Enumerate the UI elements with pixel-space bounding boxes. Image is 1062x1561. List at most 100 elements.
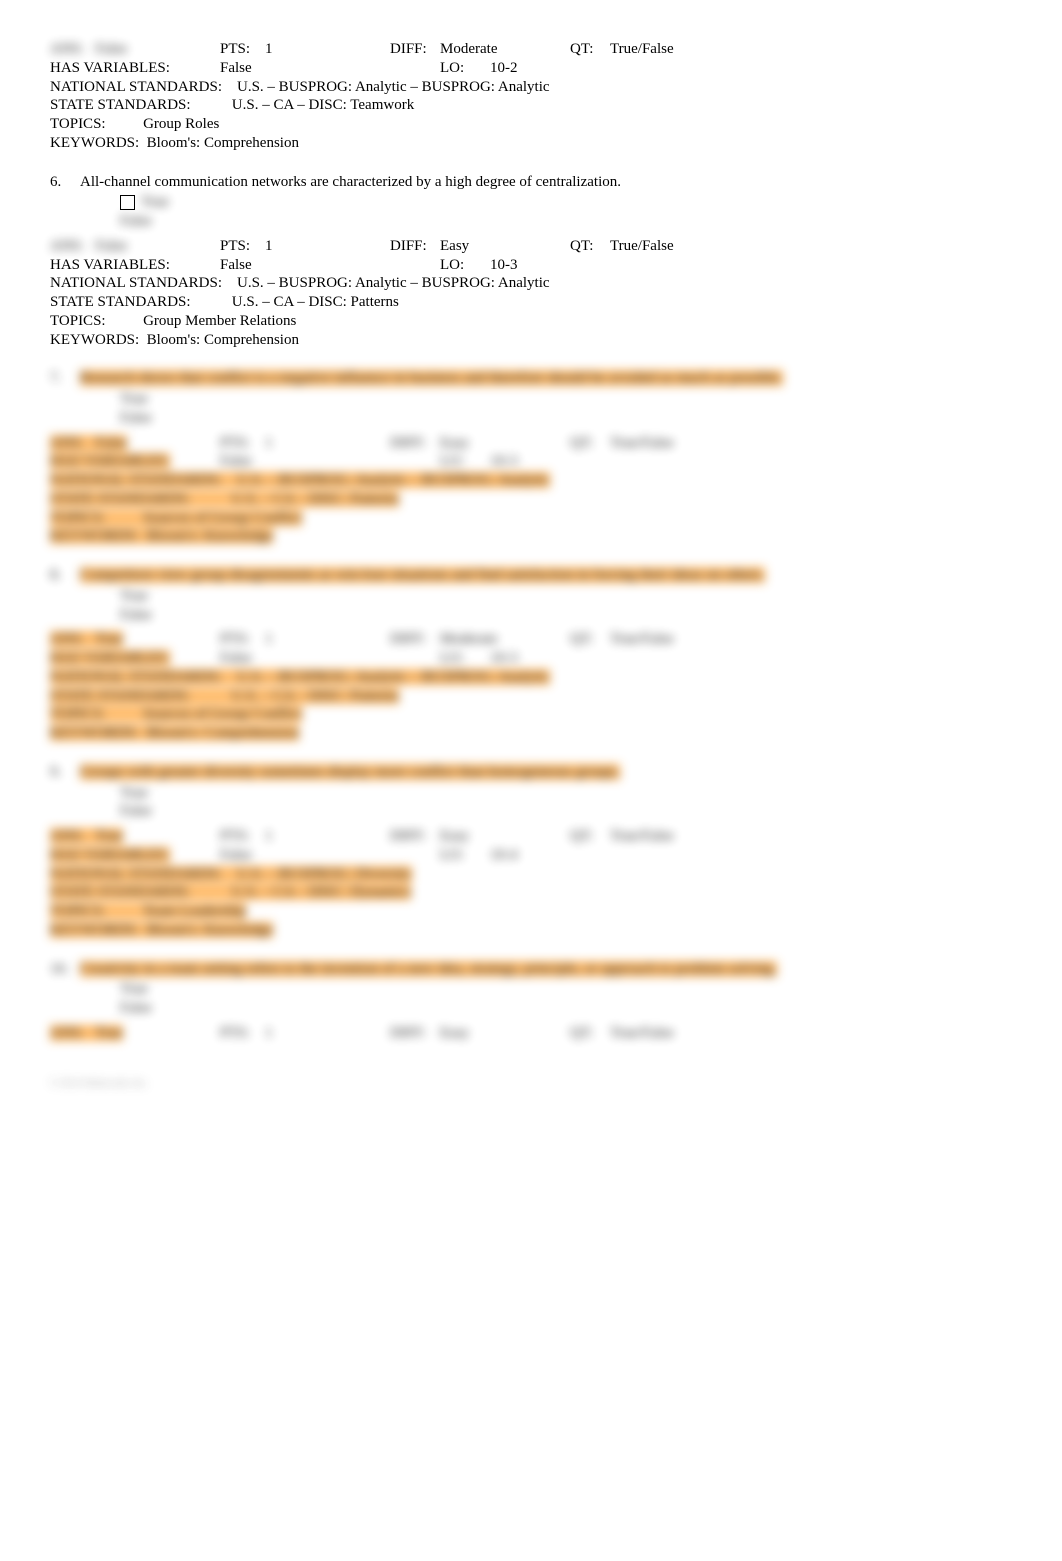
hv-value: False	[220, 846, 440, 865]
hv-label: HAS VARIABLES:	[50, 256, 220, 275]
qt-value: True/False	[610, 827, 730, 846]
pts-label: PTS:	[220, 827, 265, 846]
question-6-block: 6. All-channel communication networks ar…	[50, 173, 1012, 350]
pts-label: PTS:	[220, 1024, 265, 1043]
ans-label: ANS: False	[50, 237, 220, 256]
checkbox-icon[interactable]	[120, 195, 135, 210]
qt-value: True/False	[610, 630, 730, 649]
option-true-label: True	[141, 193, 169, 212]
option-true-label: True	[120, 784, 148, 803]
pts-value: 1	[265, 237, 390, 256]
keywords: KEYWORDS: Bloom's: Comprehension	[50, 331, 1012, 350]
option-false-label: False	[120, 999, 152, 1018]
lo-label: LO:	[440, 59, 490, 78]
question-10-block: 10. Creativity in a team setting refers …	[50, 960, 1012, 1043]
meta-row-2: HAS VARIABLES: False LO: 10-2	[50, 59, 1012, 78]
option-false-row: False	[120, 802, 1012, 821]
qt-label: QT:	[570, 434, 610, 453]
qt-value: True/False	[610, 434, 730, 453]
question-text: Creativity in a team setting refers to t…	[80, 960, 1012, 979]
option-false-row: False	[120, 409, 1012, 428]
hv-value: False	[220, 452, 440, 471]
pts-label: PTS:	[220, 237, 265, 256]
options: True False	[120, 390, 1012, 428]
options: True False	[120, 980, 1012, 1018]
national-standards: NATIONAL STANDARDS: U.S. – BUSPROG: Dive…	[50, 865, 1012, 884]
pts-value: 1	[265, 434, 390, 453]
qt-value: True/False	[610, 1024, 730, 1043]
pts-value: 1	[265, 827, 390, 846]
pts-label: PTS:	[220, 40, 265, 59]
ans-label: ANS: True	[50, 1024, 220, 1043]
qt-label: QT:	[570, 630, 610, 649]
pts-value: 1	[265, 40, 390, 59]
lo-value: 10-3	[490, 256, 610, 275]
national-standards: NATIONAL STANDARDS: U.S. – BUSPROG: Anal…	[50, 78, 1012, 97]
question-number: 8.	[50, 566, 80, 585]
topics: TOPICS: Group Roles	[50, 115, 1012, 134]
state-standards: STATE STANDARDS: U.S. – CA – DISC: Patte…	[50, 293, 1012, 312]
question-text: Competitors view group disagreements as …	[80, 566, 1012, 585]
option-false-row: False	[120, 606, 1012, 625]
diff-value: Easy	[440, 827, 570, 846]
question-number: 9.	[50, 763, 80, 782]
state-standards: STATE STANDARDS: U.S. – CA – DISC: Patte…	[50, 490, 1012, 509]
option-true-label: True	[120, 390, 148, 409]
page-footer: © 2014 Wadsworth, Inc.	[50, 1073, 1012, 1119]
option-true-row: True	[120, 390, 1012, 409]
keywords: KEYWORDS: Bloom's: Knowledge	[50, 921, 1012, 940]
ans-label: ANS: False	[50, 434, 220, 453]
ans-label: ANS: True	[50, 827, 220, 846]
copyright-text: © 2014 Wadsworth, Inc.	[50, 1078, 148, 1089]
state-standards: STATE STANDARDS: U.S. – CA – DISC: Patte…	[50, 687, 1012, 706]
question-6: 6. All-channel communication networks ar…	[50, 173, 1012, 192]
question-7: 7. Research shows that conflict is a neg…	[50, 369, 1012, 388]
lo-value: 10-2	[490, 59, 610, 78]
question-number: 10.	[50, 960, 80, 979]
question-number: 7.	[50, 369, 80, 388]
qt-label: QT:	[570, 827, 610, 846]
state-standards: STATE STANDARDS: U.S. – CA – DISC: Dynam…	[50, 883, 1012, 902]
diff-value: Easy	[440, 434, 570, 453]
lo-value: 10-4	[490, 846, 610, 865]
diff-label: DIFF:	[390, 434, 440, 453]
option-false-label: False	[120, 606, 152, 625]
options: True False	[120, 784, 1012, 822]
topics: TOPICS: Group Member Relations	[50, 312, 1012, 331]
option-true-label: True	[120, 980, 148, 999]
diff-value: Easy	[440, 237, 570, 256]
lo-label: LO:	[440, 256, 490, 275]
option-true-row: True	[120, 980, 1012, 999]
option-false-label: False	[120, 409, 152, 428]
diff-value: Moderate	[440, 630, 570, 649]
hv-value: False	[220, 59, 440, 78]
qt-value: True/False	[610, 237, 730, 256]
hv-value: False	[220, 256, 440, 275]
lo-value: 10-3	[490, 452, 610, 471]
lo-value: 10-3	[490, 649, 610, 668]
question-7-block: 7. Research shows that conflict is a neg…	[50, 369, 1012, 546]
hv-label: HAS VARIABLES:	[50, 846, 220, 865]
question-number: 6.	[50, 173, 80, 192]
question-text: Groups with greater diversity sometimes …	[80, 763, 1012, 782]
hv-label: HAS VARIABLES:	[50, 649, 220, 668]
options: True False	[120, 193, 1012, 231]
national-standards: NATIONAL STANDARDS: U.S. – BUSPROG: Anal…	[50, 668, 1012, 687]
question-10: 10. Creativity in a team setting refers …	[50, 960, 1012, 979]
pts-value: 1	[265, 1024, 390, 1043]
lo-label: LO:	[440, 649, 490, 668]
ans-label: ANS: True	[50, 630, 220, 649]
qt-value: True/False	[610, 40, 730, 59]
diff-label: DIFF:	[390, 40, 440, 59]
hv-value: False	[220, 649, 440, 668]
state-standards: STATE STANDARDS: U.S. – CA – DISC: Teamw…	[50, 96, 1012, 115]
national-standards: NATIONAL STANDARDS: U.S. – BUSPROG: Anal…	[50, 471, 1012, 490]
meta-row-1: ANS: True PTS: 1 DIFF: Easy QT: True/Fal…	[50, 1024, 1012, 1043]
lo-label: LO:	[440, 452, 490, 471]
meta-row-1: ANS: False PTS: 1 DIFF: Easy QT: True/Fa…	[50, 237, 1012, 256]
pts-label: PTS:	[220, 434, 265, 453]
option-true-row: True	[120, 587, 1012, 606]
national-standards: NATIONAL STANDARDS: U.S. – BUSPROG: Anal…	[50, 274, 1012, 293]
question-text: All-channel communication networks are c…	[80, 173, 1012, 192]
topics: TOPICS: Sources of Group Conflict	[50, 705, 1012, 724]
